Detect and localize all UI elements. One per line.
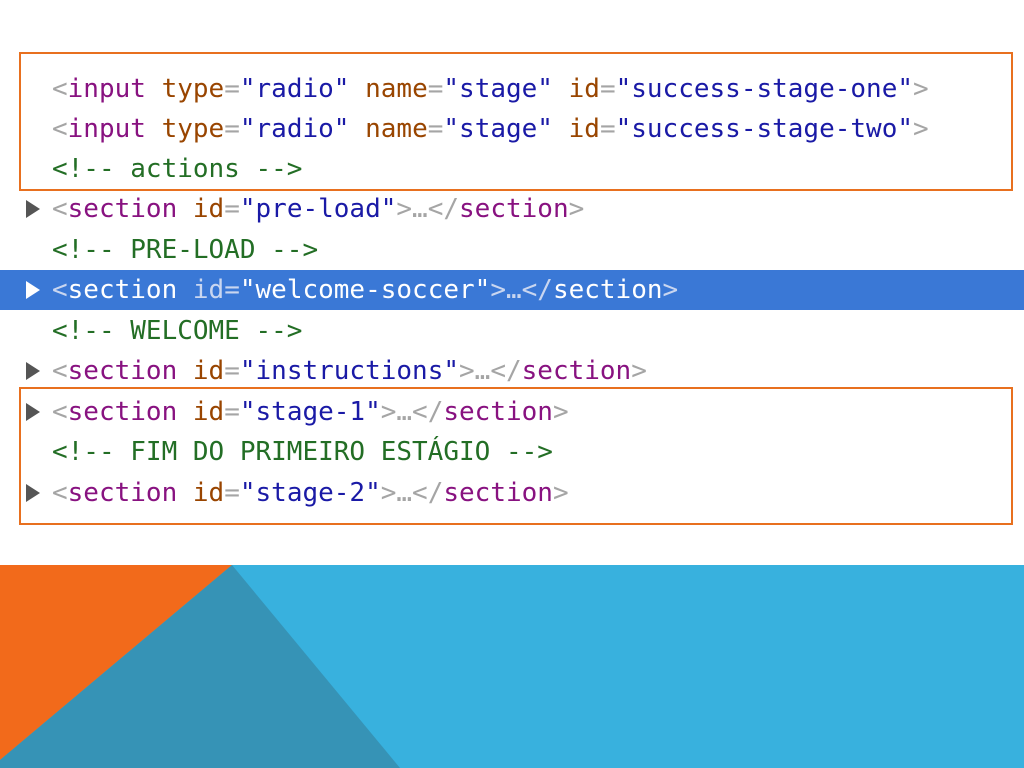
slide: <input type="radio" name="stage" id="suc… bbox=[0, 0, 1024, 768]
expand-triangle-icon[interactable] bbox=[26, 200, 40, 218]
dom-inspector-tree: <input type="radio" name="stage" id="suc… bbox=[0, 0, 1024, 560]
dom-node-comment-pre-load[interactable]: <!-- PRE-LOAD --> bbox=[0, 230, 1024, 270]
dom-node-section-instructions[interactable]: <section id="instructions">…</section> bbox=[0, 351, 1024, 391]
code-text: <section id="instructions">…</section> bbox=[52, 356, 647, 386]
code-comment: <!-- WELCOME --> bbox=[52, 316, 303, 346]
code-text: <section id="welcome-soccer">…</section> bbox=[52, 275, 679, 305]
dom-node-comment-welcome[interactable]: <!-- WELCOME --> bbox=[0, 311, 1024, 351]
dom-node-section-welcome-soccer[interactable]: <section id="welcome-soccer">…</section> bbox=[0, 270, 1024, 310]
code-comment: <!-- PRE-LOAD --> bbox=[52, 235, 319, 265]
dom-node-section-pre-load[interactable]: <section id="pre-load">…</section> bbox=[0, 189, 1024, 229]
expand-triangle-icon[interactable] bbox=[26, 281, 40, 299]
slide-decoration bbox=[0, 565, 1024, 768]
expand-triangle-icon[interactable] bbox=[26, 362, 40, 380]
code-text: <section id="pre-load">…</section> bbox=[52, 194, 585, 224]
highlight-box-bottom bbox=[19, 387, 1013, 525]
highlight-box-top bbox=[19, 52, 1013, 191]
